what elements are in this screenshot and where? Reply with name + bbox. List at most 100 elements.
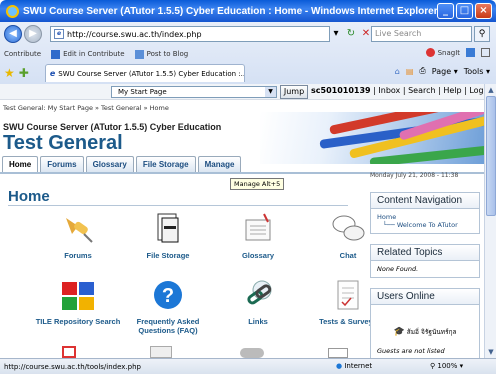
close-button[interactable]: × [475, 3, 492, 19]
crayons-banner-image [260, 112, 484, 164]
snagit-label: SnagIt [437, 48, 460, 57]
options-icon[interactable] [481, 48, 490, 57]
tool-label: TILE Repository Search [35, 317, 121, 326]
tool-file-storage[interactable]: File Storage [120, 212, 216, 260]
edit-in-contribute-link[interactable]: Edit in Contribute [51, 49, 125, 59]
chat-bubbles-icon [328, 212, 368, 246]
zoom-control[interactable]: ⚲ 100% ▾ [430, 362, 463, 370]
feeds-icon[interactable]: ▤ [406, 67, 414, 76]
zoom-label: 100% [437, 362, 458, 370]
nav-welcome-link[interactable]: └── Welcome To ATutor [377, 221, 473, 229]
tool-label: File Storage [146, 251, 190, 260]
browser-tab[interactable]: e SWU Course Server (ATutor 1.5.5) Cyber… [44, 64, 245, 82]
users-online-heading: Users Online [371, 289, 479, 305]
tab-manage[interactable]: Manage [197, 156, 242, 172]
tool-label: Links [248, 317, 268, 326]
online-user[interactable]: 🎓 ส้มอิ่ จิรัฐนันทร์กุล [377, 327, 473, 337]
site-name: SWU Course Server (ATutor 1.5.5) Cyber E… [3, 122, 222, 132]
users-online-box: Users Online 🎓 ส้มอิ่ จิรัฐนันทร์กุล Gue… [370, 288, 480, 358]
forward-button[interactable]: ▶ [24, 25, 42, 43]
notebook-icon [238, 212, 278, 246]
tab-glossary[interactable]: Glossary [85, 156, 134, 172]
user-nav: sc501010139 | Inbox | Search | Help | Lo… [311, 86, 484, 95]
scroll-thumb[interactable] [486, 96, 496, 216]
links-bar: Contribute Edit in Contribute Post to Bl… [0, 46, 496, 62]
tool-links[interactable]: Links [210, 278, 306, 326]
security-zone: ● Internet [336, 362, 372, 370]
scroll-up-icon[interactable]: ▲ [485, 84, 496, 96]
manage-tooltip: Manage Alt+5 [230, 178, 285, 190]
user-links[interactable]: | Inbox | Search | Help | Log-out [371, 86, 484, 95]
guests-note: Guests are not listed [377, 347, 445, 355]
tab-favicon-icon: e [49, 68, 56, 78]
page-menu-label: Page [431, 66, 452, 76]
snagit-button[interactable]: SnagIt [425, 48, 460, 57]
pushpin-icon [58, 212, 98, 246]
status-bar: http://course.swu.ac.th/tools/index.php … [0, 358, 496, 374]
partial-tool-icon [150, 346, 172, 358]
username-link[interactable]: sc501010139 [311, 86, 371, 95]
zoom-icon: ⚲ [430, 362, 436, 370]
content-navigation-box: Content Navigation Home └── Welcome To A… [370, 192, 480, 234]
jump-button[interactable]: Jump [280, 85, 308, 99]
page-scrollbar[interactable]: ▲ ▼ [484, 84, 496, 358]
tools-menu[interactable]: Tools ▾ [464, 67, 490, 76]
breadcrumb: Test General: My Start Page » Test Gener… [3, 104, 169, 112]
related-topics-box: Related Topics None Found. [370, 244, 480, 278]
tool-label: Forums [64, 251, 92, 260]
jump-select[interactable]: My Start Page ▼ [111, 86, 277, 98]
tab-file-storage[interactable]: File Storage [135, 156, 196, 172]
course-title: Test General [3, 132, 123, 154]
post-to-blog-label: Post to Blog [146, 50, 189, 58]
window-title: SWU Course Server (ATutor 1.5.5) Cyber E… [23, 5, 438, 17]
window-title-bar: SWU Course Server (ATutor 1.5.5) Cyber E… [0, 0, 496, 22]
nav-home-link[interactable]: Home [377, 213, 473, 221]
favorites-star-icon[interactable]: ★ [4, 66, 15, 80]
page-menu[interactable]: Page ▾ [432, 67, 458, 76]
globe-icon: ● [336, 362, 343, 370]
chevron-down-icon[interactable]: ▼ [265, 87, 276, 97]
atutor-top-bar: My Start Page ▼ Jump sc501010139 | Inbox… [0, 84, 484, 100]
scroll-down-icon[interactable]: ▼ [485, 346, 496, 358]
search-button[interactable]: ⚲ [474, 26, 490, 42]
post-to-blog-link[interactable]: Post to Blog [134, 49, 189, 59]
contribute-icon [51, 49, 61, 59]
chain-link-icon [238, 278, 278, 312]
blog-icon [134, 49, 144, 59]
search-input[interactable]: Live Search [371, 26, 472, 42]
print-icon[interactable]: ⎙ [419, 66, 425, 76]
tool-label: Glossary [241, 251, 275, 260]
tools-menu-label: Tools [463, 66, 484, 76]
tab-home[interactable]: Home [2, 156, 39, 172]
tab-row: ★ ✚ e SWU Course Server (ATutor 1.5.5) C… [0, 62, 496, 84]
ie-logo-icon [6, 4, 19, 18]
browser-tab-label: SWU Course Server (ATutor 1.5.5) Cyber E… [58, 69, 245, 78]
related-topics-heading: Related Topics [371, 245, 479, 261]
address-dropdown-icon[interactable]: ▾ [330, 26, 342, 42]
maximize-button[interactable]: □ [456, 3, 473, 19]
links-item-contribute[interactable]: Contribute [4, 50, 41, 58]
user-hat-icon: 🎓 [393, 327, 405, 337]
tool-forums[interactable]: Forums [30, 212, 126, 260]
page-favicon-icon: e [54, 29, 64, 39]
file-cabinet-icon [148, 212, 188, 246]
address-bar[interactable]: e http://course.swu.ac.th/index.php [50, 26, 330, 42]
home-heading: Home [8, 188, 50, 205]
address-url: http://course.swu.ac.th/index.php [67, 29, 202, 39]
puzzle-icon [58, 278, 98, 312]
home-icon[interactable]: ⌂ [395, 67, 400, 76]
minimize-button[interactable]: _ [437, 3, 454, 19]
tool-glossary[interactable]: Glossary [210, 212, 306, 260]
refresh-icon[interactable]: ↻ [345, 26, 357, 42]
back-button[interactable]: ◀ [4, 25, 22, 43]
browser-toolbars: ◀ ▶ e http://course.swu.ac.th/index.php … [0, 22, 496, 84]
question-mark-icon: ? [148, 278, 188, 312]
edit-in-contribute-label: Edit in Contribute [63, 50, 125, 58]
capture-icon[interactable] [466, 48, 475, 57]
tool-faq[interactable]: ? Frequently Asked Questions (FAQ) [120, 278, 216, 335]
content-navigation-heading: Content Navigation [371, 193, 479, 209]
tool-tile-repository[interactable]: TILE Repository Search [30, 278, 126, 326]
nav-welcome-label: Welcome To ATutor [396, 221, 458, 229]
tab-forums[interactable]: Forums [40, 156, 84, 172]
add-favorites-icon[interactable]: ✚ [19, 66, 29, 80]
